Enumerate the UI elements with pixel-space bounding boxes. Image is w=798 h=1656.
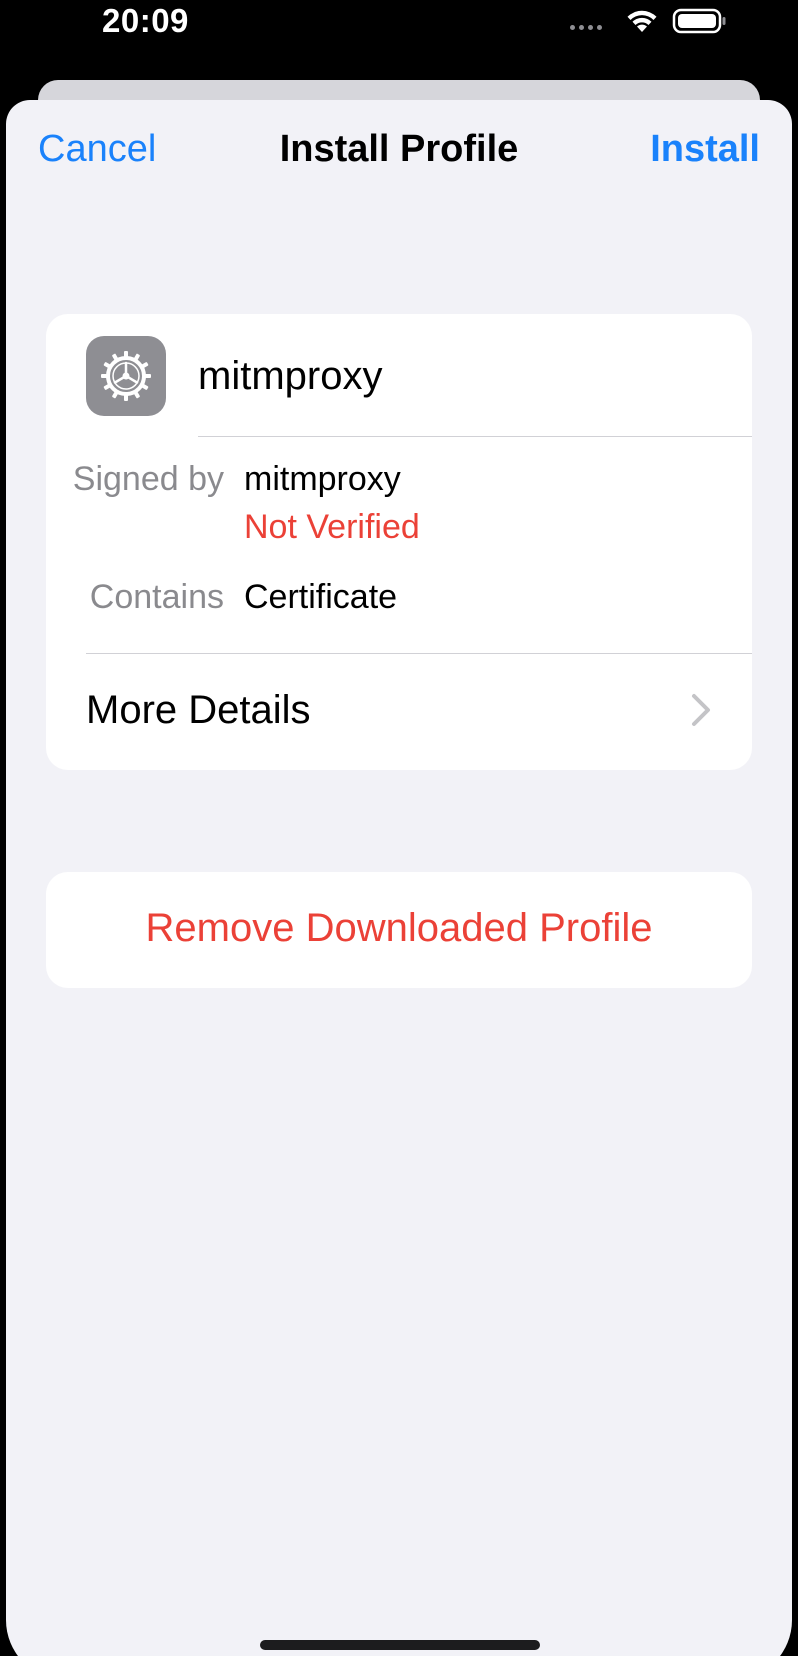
- remove-profile-label: Remove Downloaded Profile: [145, 906, 653, 950]
- wifi-icon: [627, 10, 657, 32]
- divider: [198, 436, 752, 437]
- battery-icon: [672, 8, 726, 34]
- signed-by-value: mitmproxy: [244, 460, 401, 498]
- home-indicator[interactable]: [260, 1640, 540, 1650]
- settings-gear-icon: [86, 336, 166, 416]
- contains-value: Certificate: [244, 578, 398, 616]
- signed-by-label: Signed by: [72, 460, 224, 498]
- remove-downloaded-profile-button[interactable]: Remove Downloaded Profile: [46, 872, 752, 988]
- status-time: 20:09: [102, 2, 189, 39]
- verification-status: Not Verified: [244, 508, 420, 546]
- cellular-signal-icon: [570, 25, 602, 30]
- contains-label: Contains: [89, 578, 224, 616]
- more-details-row[interactable]: More Details: [46, 654, 752, 770]
- profile-name: mitmproxy: [198, 354, 383, 398]
- install-profile-sheet: Cancel Install Profile Install mitmproxy…: [6, 100, 792, 1656]
- screen: 20:09 Cancel Install Profile Install mit…: [0, 0, 798, 1656]
- chevron-right-icon: [692, 694, 710, 726]
- more-details-label: More Details: [86, 688, 311, 732]
- profile-info-card: mitmproxy Signed by mitmproxy Not Verifi…: [46, 314, 752, 770]
- install-button[interactable]: Install: [650, 128, 760, 171]
